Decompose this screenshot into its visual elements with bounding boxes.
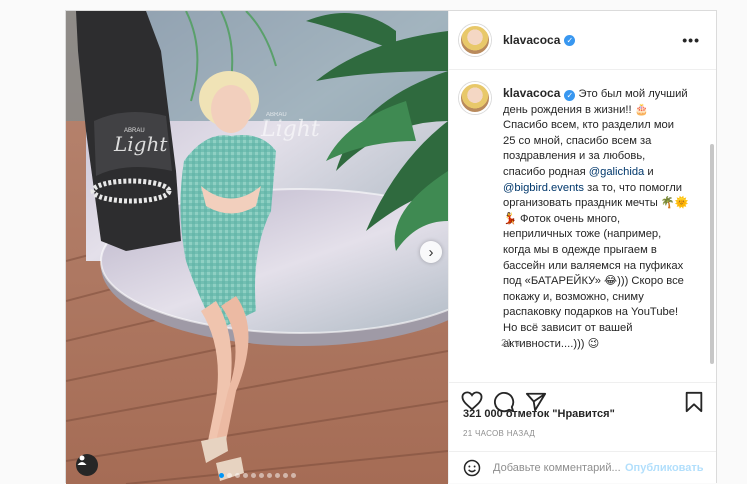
caption-body-3: за то, что помогли организовать праздник…: [503, 181, 689, 350]
emoji-icon[interactable]: [463, 459, 481, 477]
carousel-dot: [290, 473, 296, 478]
bottle-brand-text: Light: [113, 132, 168, 156]
caption-verified-badge-icon: ✓: [564, 90, 576, 102]
carousel-dot: [234, 473, 240, 478]
photo-illustration: Light ABRAU Light ABRAU: [66, 11, 448, 484]
post-date[interactable]: 21 ЧАСОВ НАЗАД: [463, 429, 535, 438]
more-options-icon[interactable]: •••: [682, 32, 700, 48]
carousel-dot: [250, 473, 256, 478]
instagram-post: Light ABRAU Light ABRAU › klavacoca ✓ ••…: [65, 10, 717, 484]
caption-username[interactable]: klavacoca: [503, 86, 560, 100]
caption: klavacoca ✓ Это был мой лучший день рожде…: [459, 82, 689, 352]
bookmark-icon[interactable]: [684, 391, 704, 413]
carousel-dot: [274, 473, 280, 478]
caption-body-2: и: [644, 165, 654, 178]
carousel-dot: [242, 473, 248, 478]
comment-input[interactable]: [493, 461, 621, 474]
carousel-dot: [218, 473, 224, 478]
comment-box: Опубликовать: [449, 451, 716, 483]
caption-scrollbar[interactable]: [710, 144, 714, 364]
header-username[interactable]: klavacoca: [503, 33, 560, 47]
caption-body-1: Это был мой лучший день рождения в жизни…: [503, 88, 688, 178]
caption-avatar[interactable]: [459, 82, 491, 114]
mention-bigbird-link[interactable]: @bigbird.events: [503, 182, 584, 194]
carousel-indicator: [66, 473, 448, 478]
reflection-brand-text: Light: [260, 117, 320, 142]
user-tag-icon: [77, 455, 87, 465]
avatar[interactable]: [459, 24, 491, 56]
carousel-dot: [258, 473, 264, 478]
caption-scroll-area[interactable]: klavacoca ✓ Это был мой лучший день рожде…: [449, 70, 716, 382]
publish-button[interactable]: Опубликовать: [625, 462, 704, 474]
bottle-brand-small: ABRAU: [124, 128, 145, 134]
post-header: klavacoca ✓ •••: [449, 11, 716, 70]
verified-badge-icon: ✓: [564, 34, 576, 46]
caption-timestamp: 21 ч.: [501, 338, 523, 349]
likes-count[interactable]: 321 000 отметок "Нравится": [463, 408, 615, 420]
carousel-next-button[interactable]: ›: [420, 241, 442, 263]
mention-galichida-link[interactable]: @galichida: [589, 166, 645, 178]
reflection-brand-small: ABRAU: [266, 112, 287, 118]
post-photo[interactable]: Light ABRAU Light ABRAU ›: [66, 11, 448, 484]
post-details-panel: klavacoca ✓ ••• klavacoca ✓ Это был мой л…: [448, 11, 716, 483]
carousel-dot: [266, 473, 272, 478]
carousel-dot: [226, 473, 232, 478]
carousel-dot: [282, 473, 288, 478]
chevron-right-icon: ›: [428, 243, 434, 261]
caption-text: klavacoca ✓ Это был мой лучший день рожде…: [503, 86, 689, 352]
